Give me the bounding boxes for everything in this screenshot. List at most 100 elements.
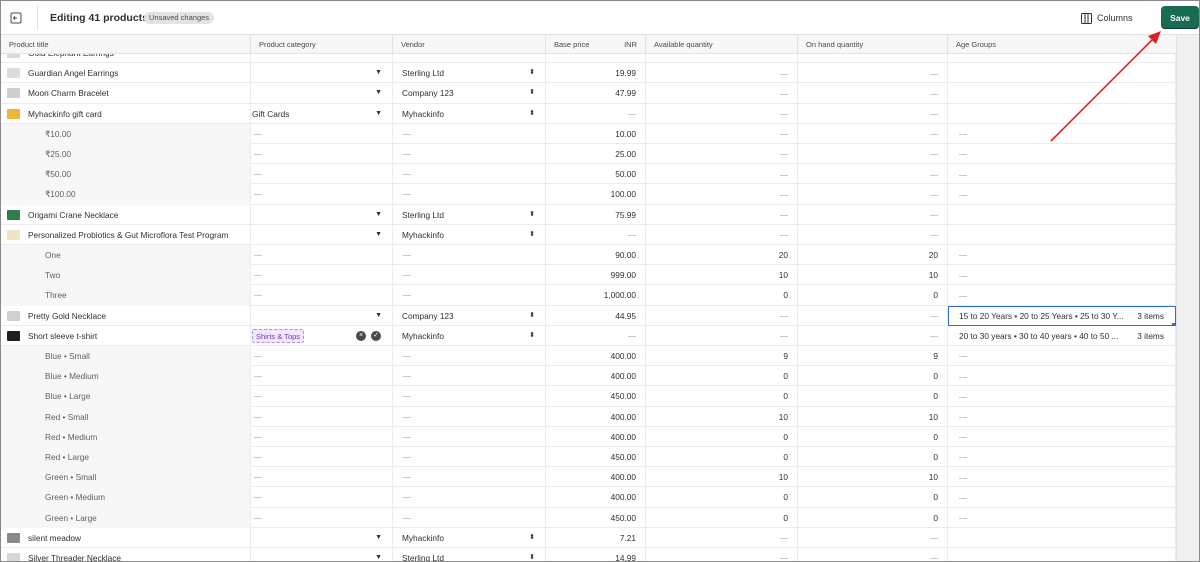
age-groups-cell[interactable] [948, 164, 1176, 185]
on-hand-quantity-cell[interactable] [798, 83, 948, 104]
vendor-cell[interactable]: Company 123 ⬍ [393, 83, 546, 104]
chevron-down-icon[interactable]: ▼ [375, 63, 382, 83]
chevron-down-icon[interactable]: ▼ [375, 83, 382, 103]
base-price-cell[interactable]: 47.99 [546, 83, 646, 104]
product-title-cell[interactable]: Red • Medium [1, 426, 251, 447]
vendor-cell[interactable] [393, 144, 546, 165]
product-title-cell[interactable]: Blue • Large [1, 386, 251, 407]
available-quantity-cell[interactable]: 10 [646, 265, 798, 286]
age-groups-cell[interactable] [948, 224, 1176, 245]
product-title-cell[interactable]: Blue • Medium [1, 366, 251, 387]
available-quantity-cell[interactable] [646, 548, 798, 561]
product-title-cell[interactable]: Green • Small [1, 467, 251, 488]
on-hand-quantity-cell[interactable] [798, 144, 948, 165]
product-category-cell[interactable]: Gift Cards ▼ [251, 103, 393, 124]
product-category-cell[interactable]: ▼ [251, 204, 393, 225]
base-price-cell[interactable]: 400.00 [546, 487, 646, 508]
base-price-cell[interactable]: 999.00 [546, 265, 646, 286]
on-hand-quantity-cell[interactable] [798, 54, 948, 64]
product-title-cell[interactable]: ₹25.00 [1, 144, 251, 165]
product-title-cell[interactable]: Red • Large [1, 447, 251, 468]
available-quantity-cell[interactable]: 20 [646, 245, 798, 266]
on-hand-quantity-cell[interactable] [798, 123, 948, 144]
age-groups-cell[interactable] [948, 83, 1176, 104]
product-category-cell[interactable] [251, 467, 393, 488]
save-button[interactable]: Save [1161, 6, 1199, 29]
product-title-cell[interactable]: Pretty Gold Necklace [1, 305, 251, 326]
on-hand-quantity-cell[interactable]: 0 [798, 285, 948, 306]
age-groups-cell[interactable] [948, 527, 1176, 548]
on-hand-quantity-cell[interactable] [798, 305, 948, 326]
product-title-cell[interactable]: Personalized Probiotics & Gut Microflora… [1, 224, 251, 245]
product-title-cell[interactable]: Blue • Small [1, 346, 251, 367]
header-age-groups[interactable]: Age Groups [948, 35, 1176, 54]
columns-button[interactable]: Columns [1081, 10, 1133, 26]
product-category-cell[interactable] [251, 346, 393, 367]
age-groups-cell[interactable] [948, 346, 1176, 367]
header-base-price[interactable]: Base price INR [546, 35, 646, 54]
select-arrows-icon[interactable]: ⬍ [529, 548, 535, 561]
clear-category-icon[interactable]: × [356, 330, 366, 341]
product-category-cell[interactable] [251, 447, 393, 468]
available-quantity-cell[interactable]: 0 [646, 285, 798, 306]
vendor-cell[interactable] [393, 426, 546, 447]
vendor-cell[interactable]: Company 123 ⬍ [393, 305, 546, 326]
product-category-cell[interactable] [251, 164, 393, 185]
product-category-cell[interactable]: ▼ [251, 224, 393, 245]
base-price-cell[interactable]: 450.00 [546, 386, 646, 407]
age-groups-cell[interactable] [948, 447, 1176, 468]
vendor-cell[interactable] [393, 285, 546, 306]
vendor-cell[interactable]: Myhackinfo ⬍ [393, 224, 546, 245]
available-quantity-cell[interactable]: 0 [646, 447, 798, 468]
on-hand-quantity-cell[interactable] [798, 527, 948, 548]
base-price-cell[interactable]: 44.95 [546, 305, 646, 326]
on-hand-quantity-cell[interactable] [798, 63, 948, 84]
age-groups-cell[interactable] [948, 103, 1176, 124]
product-category-cell[interactable]: ▼ [251, 548, 393, 561]
vendor-cell[interactable]: Sterling Ltd ⬍ [393, 204, 546, 225]
product-title-cell[interactable]: ₹50.00 [1, 164, 251, 185]
age-groups-cell[interactable] [948, 386, 1176, 407]
base-price-cell[interactable]: 450.00 [546, 507, 646, 528]
product-title-cell[interactable]: Green • Large [1, 507, 251, 528]
on-hand-quantity-cell[interactable]: 10 [798, 467, 948, 488]
base-price-cell[interactable]: 450.00 [546, 447, 646, 468]
on-hand-quantity-cell[interactable] [798, 224, 948, 245]
on-hand-quantity-cell[interactable]: 0 [798, 507, 948, 528]
on-hand-quantity-cell[interactable] [798, 204, 948, 225]
on-hand-quantity-cell[interactable] [798, 548, 948, 561]
product-title-cell[interactable]: ₹100.00 [1, 184, 251, 205]
available-quantity-cell[interactable]: 0 [646, 386, 798, 407]
base-price-cell[interactable] [546, 325, 646, 346]
vendor-cell[interactable] [393, 467, 546, 488]
base-price-cell[interactable]: 400.00 [546, 366, 646, 387]
on-hand-quantity-cell[interactable]: 0 [798, 426, 948, 447]
product-title-cell[interactable]: Gold Elephant Earrings [1, 54, 251, 64]
product-category-cell[interactable] [251, 426, 393, 447]
age-groups-cell[interactable] [948, 406, 1176, 427]
vendor-cell[interactable] [393, 245, 546, 266]
header-vendor[interactable]: Vendor [393, 35, 546, 54]
available-quantity-cell[interactable] [646, 123, 798, 144]
base-price-cell[interactable]: 100.00 [546, 184, 646, 205]
vendor-cell[interactable] [393, 406, 546, 427]
available-quantity-cell[interactable]: 0 [646, 366, 798, 387]
vendor-cell[interactable] [393, 164, 546, 185]
age-groups-cell[interactable]: 20 to 30 years • 30 to 40 years • 40 to … [948, 325, 1176, 346]
age-groups-cell[interactable]: 15 to 20 Years • 20 to 25 Years • 25 to … [948, 305, 1176, 326]
age-groups-cell[interactable] [948, 467, 1176, 488]
product-category-cell[interactable] [251, 487, 393, 508]
vendor-cell[interactable] [393, 123, 546, 144]
base-price-cell[interactable]: 400.00 [546, 406, 646, 427]
chevron-down-icon[interactable]: ▼ [375, 205, 382, 225]
chevron-down-icon[interactable]: ▼ [375, 306, 382, 326]
header-available-quantity[interactable]: Available quantity [646, 35, 798, 54]
product-title-cell[interactable]: silent meadow [1, 527, 251, 548]
age-groups-cell[interactable] [948, 285, 1176, 306]
select-arrows-icon[interactable]: ⬍ [529, 104, 535, 124]
product-category-cell[interactable] [251, 144, 393, 165]
product-category-cell[interactable] [251, 54, 393, 64]
product-category-cell[interactable] [251, 184, 393, 205]
available-quantity-cell[interactable] [646, 164, 798, 185]
vendor-cell[interactable] [393, 507, 546, 528]
